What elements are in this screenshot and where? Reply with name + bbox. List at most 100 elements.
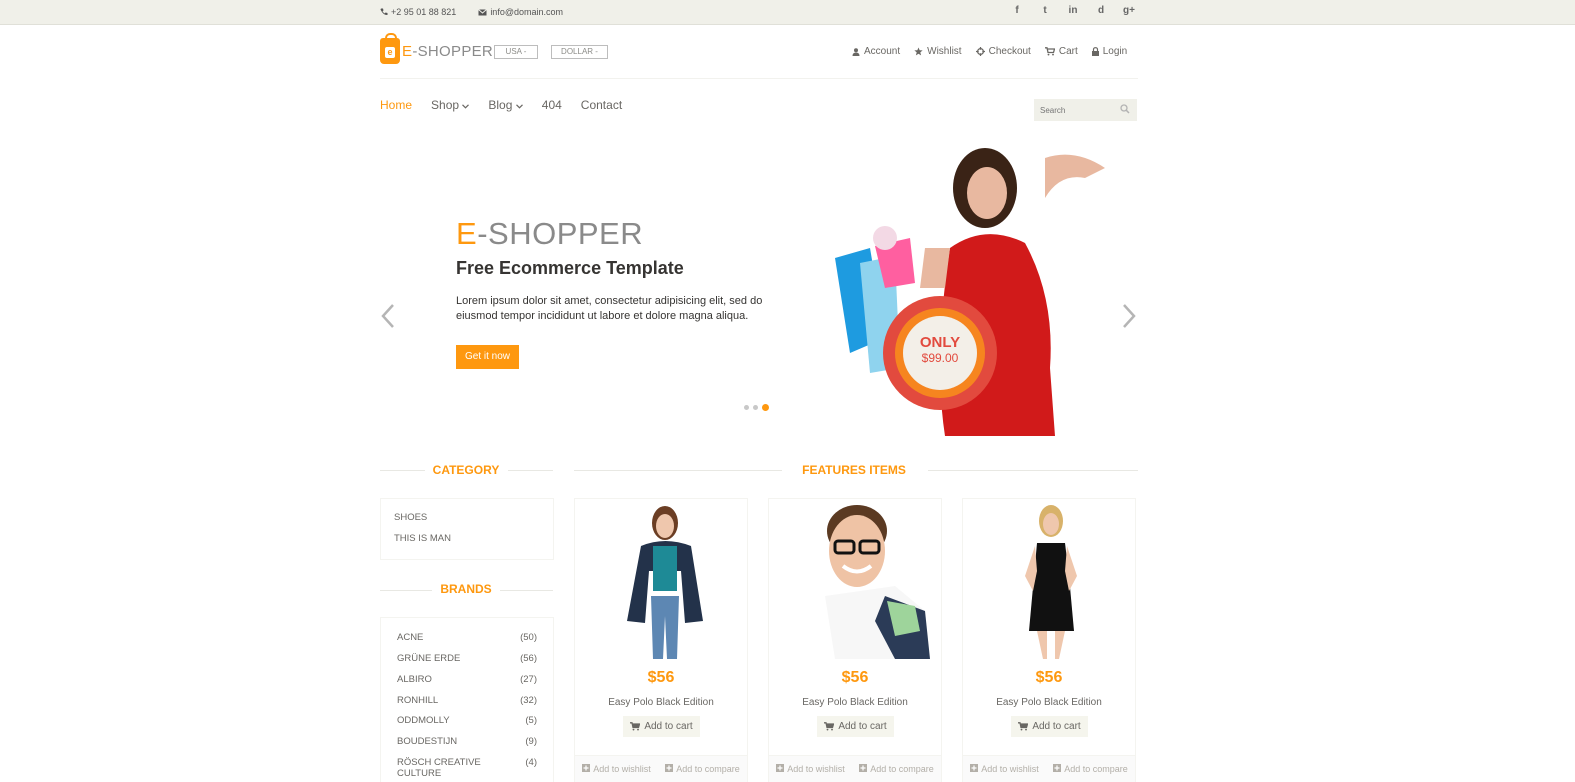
brand-item[interactable]: BOUDESTIJN (9) xyxy=(397,736,537,747)
cart-link[interactable]: Cart xyxy=(1044,46,1078,57)
product-price: $56 xyxy=(647,669,675,686)
header-top-bar: +2 95 01 88 821 info@domain.com f t in d… xyxy=(0,0,1575,25)
lock-icon xyxy=(1091,47,1099,56)
product-name: Easy Polo Black Edition xyxy=(996,697,1102,708)
wishlist-link[interactable]: Wishlist xyxy=(914,46,962,57)
nav-blog[interactable]: Blog xyxy=(488,98,523,112)
product-price: $56 xyxy=(841,669,869,686)
shopping-cart-icon xyxy=(630,722,641,731)
envelope-icon xyxy=(478,8,488,15)
add-to-cart-button[interactable]: Add to cart xyxy=(623,716,700,737)
product-card: $56 Easy Polo Black Edition Add to cart … xyxy=(574,498,748,782)
product-image xyxy=(627,506,703,659)
category-item[interactable]: THIS IS MAN xyxy=(394,533,451,544)
brands-heading: BRANDS xyxy=(440,582,492,596)
currency-dropdown[interactable]: DOLLAR - xyxy=(551,45,608,59)
chevron-down-icon xyxy=(515,104,523,109)
category-item[interactable]: SHOES xyxy=(394,512,427,523)
shopping-cart-icon xyxy=(1018,722,1029,731)
search-icon[interactable] xyxy=(1120,104,1130,114)
add-to-compare-link[interactable]: Add to compare xyxy=(859,764,934,782)
product-actions: Add to wishlist Add to compare xyxy=(575,755,747,782)
section-rule xyxy=(574,470,782,471)
product-actions: Add to wishlist Add to compare xyxy=(769,755,941,782)
product-actions: Add to wishlist Add to compare xyxy=(963,755,1135,782)
slider-dot-active[interactable] xyxy=(762,404,769,411)
google-plus-icon[interactable]: g+ xyxy=(1115,5,1143,16)
slider-dot[interactable] xyxy=(744,405,749,410)
star-icon xyxy=(914,47,923,56)
crosshairs-icon xyxy=(975,47,985,56)
logo-text: E-SHOPPER xyxy=(402,42,494,60)
slider-prev-arrow[interactable] xyxy=(380,303,396,329)
section-rule xyxy=(380,470,425,471)
phone-icon xyxy=(380,8,388,16)
nav-shop[interactable]: Shop xyxy=(431,98,470,112)
brand-item[interactable]: GRÜNE ERDE (56) xyxy=(397,653,537,664)
contact-info: +2 95 01 88 821 info@domain.com xyxy=(380,7,563,17)
brand-item[interactable]: ODDMOLLY (5) xyxy=(397,715,537,726)
plus-square-icon xyxy=(665,764,674,772)
chevron-down-icon xyxy=(462,104,470,109)
brand-item[interactable]: RONHILL (32) xyxy=(397,695,537,706)
product-card: $56 Easy Polo Black Edition Add to cart … xyxy=(768,498,942,782)
product-image xyxy=(1025,505,1077,659)
checkout-link[interactable]: Checkout xyxy=(975,46,1031,57)
brand-item[interactable]: RÖSCH CREATIVE CULTURE (4) xyxy=(397,757,537,779)
brands-panel: ACNE (50) GRÜNE ERDE (56) ALBIRO (27) RONHI… xyxy=(380,617,554,782)
site-logo[interactable]: e E-SHOPPER xyxy=(380,33,494,64)
plus-square-icon xyxy=(776,764,785,772)
add-to-wishlist-link[interactable]: Add to wishlist xyxy=(582,764,651,782)
login-link[interactable]: Login xyxy=(1091,46,1127,57)
slider-next-arrow[interactable] xyxy=(1121,303,1137,329)
category-heading: CATEGORY xyxy=(432,463,500,477)
facebook-icon[interactable]: f xyxy=(1003,5,1031,16)
section-rule xyxy=(380,590,432,591)
shopping-bag-logo-icon: e xyxy=(380,33,400,64)
twitter-icon[interactable]: t xyxy=(1031,5,1059,16)
header-divider xyxy=(380,78,1138,79)
price-badge: ONLY $99.00 xyxy=(919,334,961,365)
plus-square-icon xyxy=(582,764,591,772)
plus-square-icon xyxy=(859,764,868,772)
product-name: Easy Polo Black Edition xyxy=(802,697,908,708)
plus-square-icon xyxy=(970,764,979,772)
features-heading: FEATURES ITEMS xyxy=(802,463,906,477)
add-to-cart-button[interactable]: Add to cart xyxy=(1011,716,1088,737)
brand-item[interactable]: ACNE (50) xyxy=(397,632,537,643)
product-price: $56 xyxy=(1035,669,1063,686)
slider-brand-title: E-SHOPPER xyxy=(456,216,644,251)
add-to-wishlist-link[interactable]: Add to wishlist xyxy=(776,764,845,782)
phone-contact[interactable]: +2 95 01 88 821 xyxy=(380,7,456,17)
hero-model-image xyxy=(835,148,1105,436)
section-rule xyxy=(928,470,1138,471)
category-panel: SHOES THIS IS MAN xyxy=(380,498,554,560)
product-image xyxy=(825,505,930,659)
email-address: info@domain.com xyxy=(490,7,563,17)
nav-home[interactable]: Home xyxy=(380,98,412,112)
nav-contact[interactable]: Contact xyxy=(581,98,622,112)
phone-number: +2 95 01 88 821 xyxy=(391,7,457,17)
social-links: f t in d g+ xyxy=(1003,5,1143,16)
dribbble-icon[interactable]: d xyxy=(1087,5,1115,16)
slider-indicators xyxy=(744,404,769,411)
add-to-cart-button[interactable]: Add to cart xyxy=(817,716,894,737)
section-rule xyxy=(508,470,553,471)
shopping-cart-icon xyxy=(824,722,835,731)
nav-404[interactable]: 404 xyxy=(542,98,562,112)
add-to-compare-link[interactable]: Add to compare xyxy=(665,764,740,782)
plus-square-icon xyxy=(1053,764,1062,772)
brand-item[interactable]: ALBIRO (27) xyxy=(397,674,537,685)
slider-dot[interactable] xyxy=(753,405,758,410)
add-to-compare-link[interactable]: Add to compare xyxy=(1053,764,1128,782)
email-contact[interactable]: info@domain.com xyxy=(478,7,563,17)
linkedin-icon[interactable]: in xyxy=(1059,5,1087,16)
main-nav: Home Shop Blog 404 Contact xyxy=(380,98,622,112)
get-it-now-button[interactable]: Get it now xyxy=(456,345,519,369)
add-to-wishlist-link[interactable]: Add to wishlist xyxy=(970,764,1039,782)
product-name: Easy Polo Black Edition xyxy=(608,697,714,708)
slider-subtitle: Free Ecommerce Template xyxy=(456,258,684,278)
country-dropdown[interactable]: USA - xyxy=(494,45,538,59)
section-rule xyxy=(500,590,553,591)
account-link[interactable]: Account xyxy=(852,46,900,57)
